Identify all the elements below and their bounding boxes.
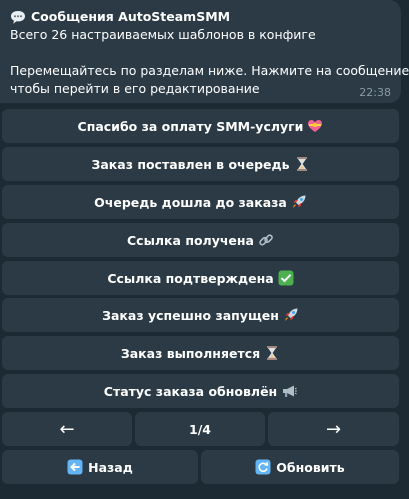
template-button-order-queued[interactable]: Заказ поставлен в очередь bbox=[2, 147, 399, 181]
heart-ribbon-icon bbox=[308, 120, 323, 132]
button-label: Ссылка подтверждена bbox=[107, 270, 274, 286]
rocket-icon bbox=[292, 195, 306, 208]
template-button-link-confirmed[interactable]: Ссылка подтверждена bbox=[2, 261, 399, 295]
button-label: Очередь дошла до заказа bbox=[94, 194, 287, 210]
next-page-button[interactable]: → bbox=[268, 412, 399, 446]
button-label: Ссылка получена bbox=[127, 232, 254, 248]
bot-message: Сообщения AutoSteamSMM Всего 26 настраив… bbox=[0, 0, 409, 103]
hourglass-icon bbox=[267, 346, 278, 360]
button-label: Заказ успешно запущен bbox=[102, 307, 279, 323]
back-arrow-icon bbox=[67, 459, 83, 475]
check-mark-icon bbox=[278, 270, 294, 286]
left-arrow-icon: ← bbox=[59, 418, 75, 440]
template-button-queue-reached[interactable]: Очередь дошла до заказа bbox=[2, 185, 399, 219]
back-button[interactable]: Назад bbox=[2, 450, 198, 484]
hourglass-icon bbox=[296, 157, 307, 171]
message-title-text: Сообщения AutoSteamSMM bbox=[31, 9, 231, 24]
rocket-icon bbox=[284, 308, 298, 321]
message-line-1: Всего 26 настраиваемых шаблонов в конфиг… bbox=[10, 27, 316, 42]
megaphone-icon bbox=[283, 385, 298, 397]
prev-page-button[interactable]: ← bbox=[2, 412, 132, 446]
refresh-icon bbox=[255, 459, 271, 475]
speech-bubble-icon bbox=[11, 10, 25, 24]
button-label: Статус заказа обновлён bbox=[103, 383, 278, 399]
message-line-2: Перемещайтесь по разделам ниже. Нажмите … bbox=[10, 63, 409, 78]
template-button-link-received[interactable]: Ссылка получена bbox=[2, 223, 399, 257]
right-arrow-icon: → bbox=[325, 418, 342, 440]
link-icon bbox=[259, 234, 273, 246]
template-button-status-updated[interactable]: Статус заказа обновлён bbox=[2, 374, 399, 408]
template-button-thanks-payment[interactable]: Спасибо за оплату SMM-услуги bbox=[2, 109, 399, 143]
refresh-label: Обновить bbox=[276, 459, 345, 475]
refresh-button[interactable]: Обновить bbox=[201, 450, 399, 484]
page-indicator-button[interactable]: 1/4 bbox=[135, 412, 265, 446]
button-label: Спасибо за оплату SMM-услуги bbox=[77, 118, 304, 134]
page-indicator: 1/4 bbox=[189, 421, 211, 437]
back-label: Назад bbox=[88, 459, 133, 475]
message-title: Сообщения AutoSteamSMM bbox=[10, 8, 391, 26]
template-button-order-in-progress[interactable]: Заказ выполняется bbox=[2, 336, 399, 370]
message-timestamp: 22:38 bbox=[359, 86, 391, 99]
button-label: Заказ выполняется bbox=[120, 345, 261, 361]
message-line-3: чтобы перейти в его редактирование bbox=[10, 81, 260, 96]
template-button-order-started[interactable]: Заказ успешно запущен bbox=[2, 298, 399, 332]
button-label: Заказ поставлен в очередь bbox=[91, 156, 290, 172]
